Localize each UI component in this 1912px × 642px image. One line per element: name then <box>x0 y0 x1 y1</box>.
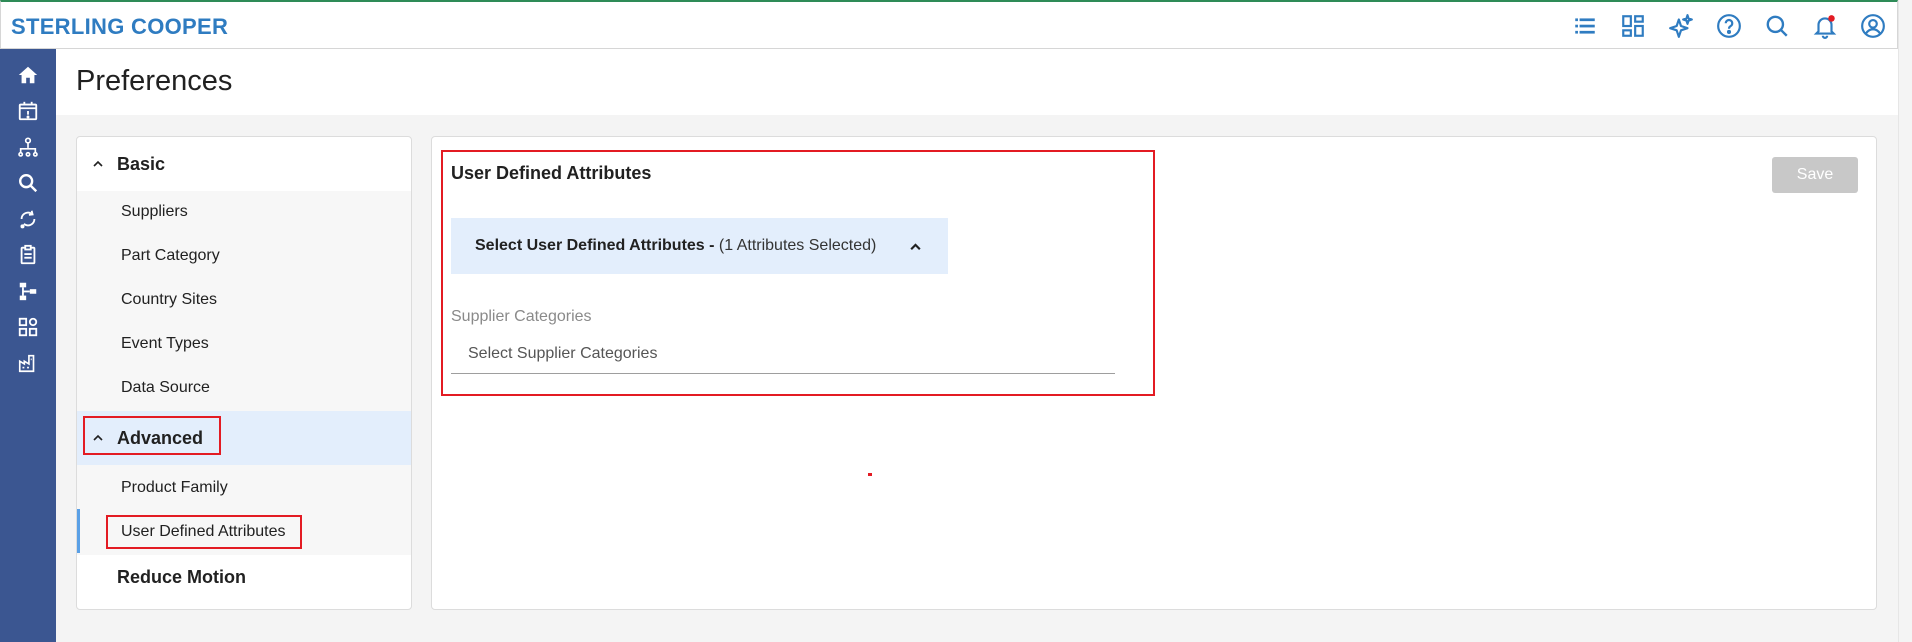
save-button[interactable]: Save <box>1772 157 1858 193</box>
basic-items-group: Suppliers Part Category Country Sites Ev… <box>77 191 411 411</box>
accordion-title: Select User Defined Attributes - (1 Attr… <box>475 237 877 254</box>
brand-logo[interactable]: STERLING COOPER <box>11 14 228 40</box>
page-header: Preferences <box>56 49 1898 115</box>
user-icon[interactable] <box>1859 12 1887 40</box>
window-scroll-strip <box>1898 0 1912 642</box>
dashboard-icon[interactable] <box>1619 12 1647 40</box>
home-icon[interactable] <box>16 63 40 87</box>
accordion-selected-count: (1 Attributes Selected) <box>718 237 877 254</box>
annotation-marker <box>868 473 872 476</box>
chevron-up-icon <box>91 157 105 171</box>
notifications-icon[interactable] <box>1811 12 1839 40</box>
supplier-categories-select[interactable] <box>451 334 1115 374</box>
section-advanced-label: Advanced <box>117 427 204 448</box>
top-bar: STERLING COOPER <box>0 0 1898 49</box>
top-toolbar <box>1571 12 1887 40</box>
factory-icon[interactable] <box>16 351 40 375</box>
clipboard-icon[interactable] <box>16 243 40 267</box>
help-icon[interactable] <box>1715 12 1743 40</box>
sidebar-item-data-source[interactable]: Data Source <box>121 379 210 397</box>
search-analytics-icon[interactable] <box>16 171 40 195</box>
active-item-indicator <box>77 509 80 553</box>
chevron-up-icon <box>91 431 105 445</box>
sidebar-item-part-category[interactable]: Part Category <box>121 247 220 265</box>
workflow-icon[interactable] <box>16 279 40 303</box>
sidebar-item-user-defined-attributes[interactable]: User Defined Attributes <box>121 523 286 541</box>
sidebar-item-product-family[interactable]: Product Family <box>121 479 228 497</box>
org-hierarchy-icon[interactable] <box>16 135 40 159</box>
refresh-data-icon[interactable] <box>16 207 40 231</box>
section-reduce-motion-label[interactable]: Reduce Motion <box>117 567 246 588</box>
search-icon[interactable] <box>1763 12 1791 40</box>
section-title: User Defined Attributes <box>451 163 652 183</box>
page-title: Preferences <box>76 65 233 97</box>
supplier-categories-label: Supplier Categories <box>451 308 592 325</box>
chevron-up-icon <box>908 239 922 253</box>
sidebar-item-suppliers[interactable]: Suppliers <box>121 203 188 221</box>
uda-select-accordion[interactable]: Select User Defined Attributes - (1 Attr… <box>451 218 948 274</box>
preferences-sidebar: Basic Suppliers Part Category Country Si… <box>76 136 412 610</box>
sidebar-item-country-sites[interactable]: Country Sites <box>121 291 217 309</box>
section-basic-label: Basic <box>117 153 166 174</box>
section-basic-header[interactable]: Basic <box>77 137 411 191</box>
calendar-alert-icon[interactable] <box>16 99 40 123</box>
list-icon[interactable] <box>1571 12 1599 40</box>
apps-icon[interactable] <box>16 315 40 339</box>
advanced-items-group: Product Family User Defined Attributes <box>77 465 411 555</box>
ai-sparkle-icon[interactable] <box>1667 12 1695 40</box>
main-content-card: User Defined Attributes Save Select User… <box>431 136 1877 610</box>
nav-rail <box>0 49 56 642</box>
section-advanced-header[interactable]: Advanced <box>77 411 411 465</box>
sidebar-item-event-types[interactable]: Event Types <box>121 335 209 353</box>
